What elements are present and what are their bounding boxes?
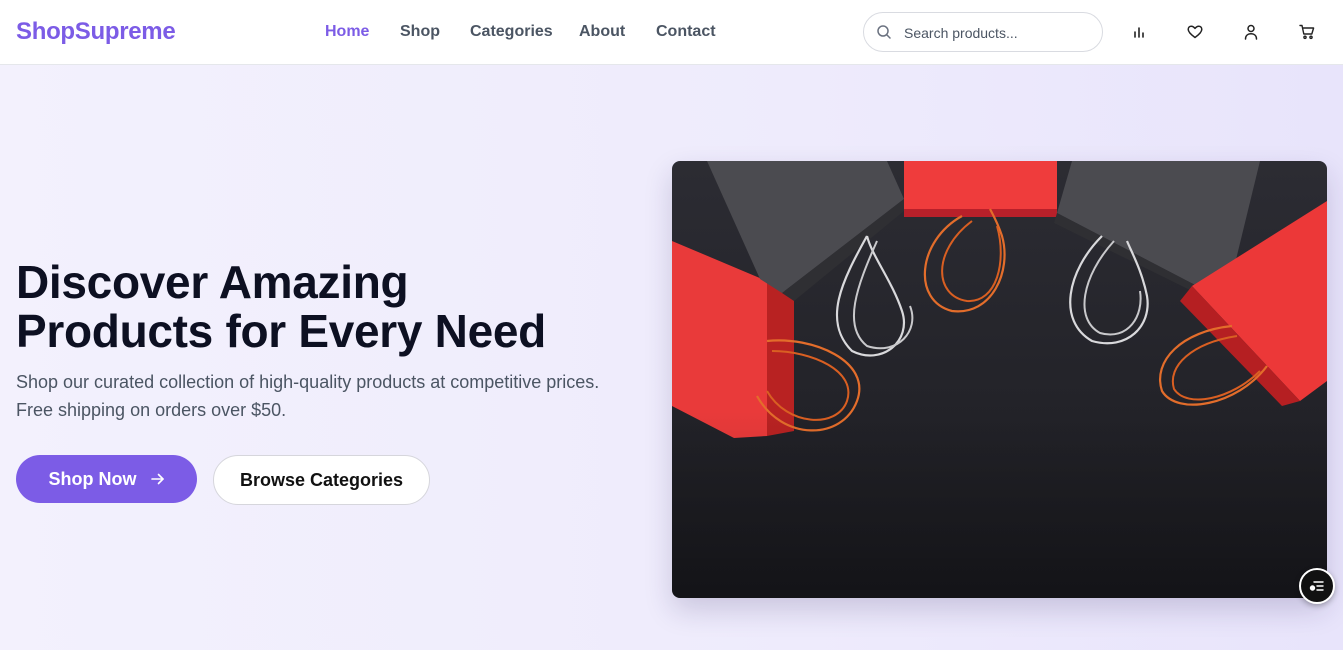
search-input[interactable] (904, 23, 1094, 43)
nav-link-contact[interactable]: Contact (656, 23, 716, 41)
heart-icon (1187, 25, 1203, 39)
chart-bar-icon (1134, 27, 1144, 38)
hero-subtitle-line-1: Shop our curated collection of high-qual… (16, 372, 600, 392)
hero-title: Discover Amazing Products for Every Need (16, 258, 636, 356)
nav-link-about[interactable]: About (579, 23, 625, 41)
nav-link-categories[interactable]: Categories (470, 23, 553, 41)
floating-menu-button[interactable] (1299, 568, 1335, 604)
account-button[interactable] (1241, 22, 1261, 42)
shopping-cart-icon (1299, 24, 1315, 40)
menu-list-icon (1309, 581, 1324, 591)
nav-link-shop[interactable]: Shop (400, 23, 440, 41)
top-navbar: ShopSupreme Home Shop Categories About C… (0, 0, 1343, 65)
cart-button[interactable] (1297, 22, 1317, 42)
search-box (863, 12, 1103, 52)
browse-categories-button[interactable]: Browse Categories (213, 455, 430, 505)
nav-link-home[interactable]: Home (325, 23, 369, 41)
search-icon (877, 25, 891, 39)
hero-title-line-2: Products for Every Need (16, 305, 546, 357)
wishlist-button[interactable] (1185, 22, 1205, 42)
arrow-right-icon (150, 473, 164, 485)
stats-button[interactable] (1129, 22, 1149, 42)
hero-title-line-1: Discover Amazing (16, 256, 409, 308)
hero-subtitle-line-2: Free shipping on orders over $50. (16, 400, 287, 420)
shopping-bags-photo (672, 161, 1327, 598)
shop-now-button[interactable]: Shop Now (16, 455, 197, 503)
user-icon (1244, 24, 1258, 40)
shop-now-label: Shop Now (48, 468, 137, 489)
hero-subtitle: Shop our curated collection of high-qual… (16, 368, 636, 424)
hero-image (672, 161, 1327, 598)
brand-logo[interactable]: ShopSupreme (16, 18, 176, 46)
